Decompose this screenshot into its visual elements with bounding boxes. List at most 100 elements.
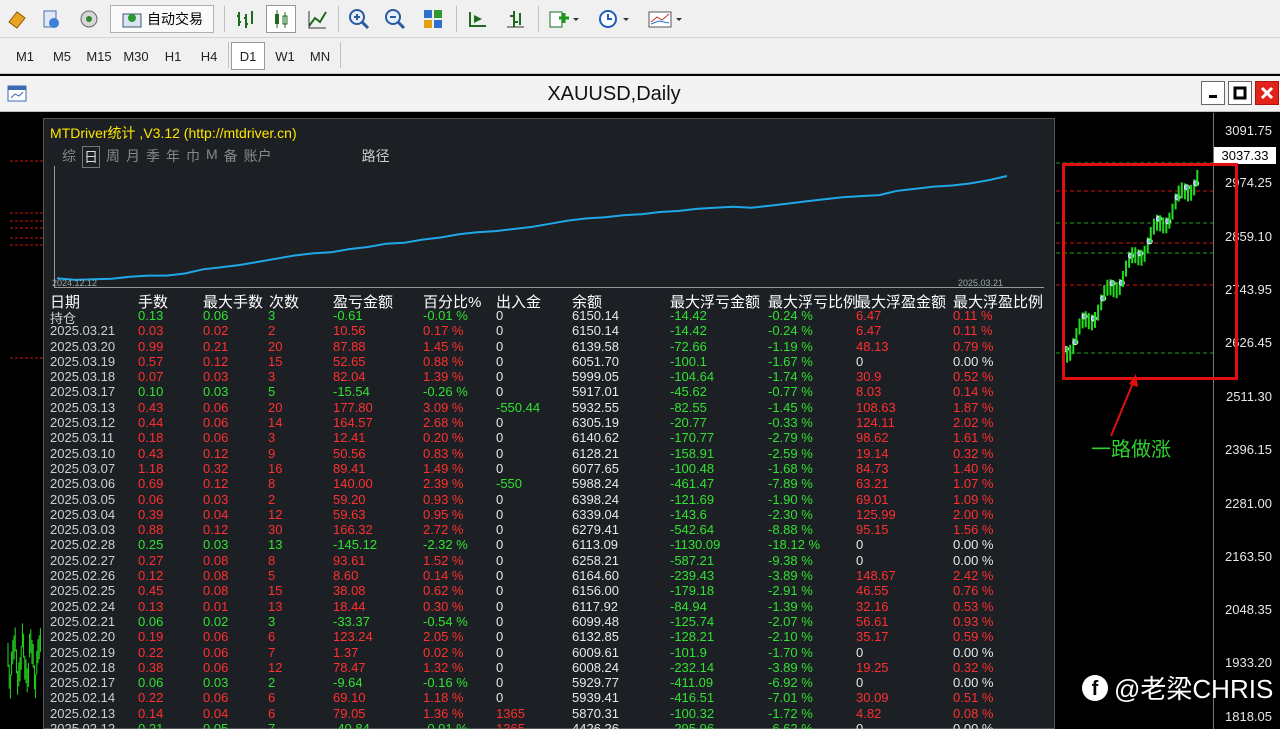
cell-percent: -0.26 % — [423, 384, 468, 400]
cell-max-float-profit: 0 — [856, 675, 864, 691]
price-tick: 3091.75 — [1225, 123, 1272, 138]
cell-lots: 0.45 — [138, 583, 164, 599]
cell-percent: 0.83 % — [423, 445, 464, 461]
bar-chart-icon[interactable] — [232, 5, 258, 33]
cell-balance: 6164.60 — [572, 568, 619, 584]
table-row[interactable]: 2025.02.21 0.06 0.02 3 -33.37 -0.54 % 0 6099.48… — [50, 614, 1050, 629]
table-row[interactable]: 2025.03.21 0.03 0.02 2 10.56 0.17 % 0 6150.14 -1… — [50, 323, 1050, 338]
auto-scroll-icon[interactable] — [464, 5, 490, 33]
cell-date: 2025.02.12 — [50, 721, 116, 729]
cell-max-float-profit-ratio: 0.00 % — [953, 675, 994, 691]
table-row[interactable]: 2025.03.17 0.10 0.03 5 -15.54 -0.26 % 0 5917.01… — [50, 384, 1050, 399]
cell-max-float-profit-ratio: 0.00 % — [953, 537, 994, 553]
cell-max-float-profit: 148.67 — [856, 568, 896, 584]
tab-quarterly[interactable]: 季 — [146, 146, 160, 168]
timeframe-d1[interactable]: D1 — [231, 42, 265, 70]
templates-dropdown-icon[interactable] — [646, 5, 686, 33]
cell-max-float-profit-ratio: 0.53 % — [953, 598, 994, 614]
cell-max-float-loss: -461.47 — [670, 476, 715, 492]
table-row[interactable]: 2025.02.26 0.12 0.08 5 8.60 0.14 % 0 6164.60 -23… — [50, 568, 1050, 583]
cell-balance: 6156.00 — [572, 583, 619, 599]
tab-weekly[interactable]: 周 — [106, 146, 120, 168]
table-row[interactable]: 2025.03.18 0.07 0.03 3 82.04 1.39 % 0 5999.05 -1… — [50, 369, 1050, 384]
tab-account[interactable]: 账户 — [244, 146, 272, 168]
table-row[interactable]: 2025.03.10 0.43 0.12 9 50.56 0.83 % 0 6128.21 -1… — [50, 446, 1050, 461]
table-row[interactable]: 2025.03.06 0.69 0.12 8 140.00 2.39 % -550 5988.… — [50, 476, 1050, 491]
table-row[interactable]: 持仓 0.13 0.06 3 -0.61 -0.01 % 0 6150.14 -14.42 -0.… — [50, 308, 1050, 326]
table-row[interactable]: 2025.03.19 0.57 0.12 15 52.65 0.88 % 0 6051.70 -… — [50, 354, 1050, 369]
table-row[interactable]: 2025.02.24 0.13 0.01 13 18.44 0.30 % 0 6117.92 -… — [50, 599, 1050, 614]
cell-percent: 3.09 % — [423, 399, 464, 415]
cell-max-float-loss: -125.74 — [670, 613, 715, 629]
maximize-button[interactable] — [1228, 81, 1252, 105]
market-watch-icon[interactable] — [38, 5, 64, 33]
table-row[interactable]: 2025.03.07 1.18 0.32 16 89.41 1.49 % 0 6077.65 -… — [50, 461, 1050, 476]
cell-deposit: 0 — [496, 659, 504, 675]
tile-windows-icon[interactable] — [420, 5, 446, 33]
zoom-in-icon[interactable] — [346, 5, 372, 33]
cell-pnl: 123.24 — [333, 629, 373, 645]
zoom-out-icon[interactable] — [382, 5, 408, 33]
cell-max-float-profit: 6.47 — [856, 323, 882, 339]
tab-notes[interactable]: 备 — [224, 146, 238, 168]
tab-route[interactable]: 路径 — [362, 146, 390, 168]
tab-yearly[interactable]: 年 — [166, 146, 180, 168]
cell-percent: 0.88 % — [423, 353, 464, 369]
line-chart-icon[interactable] — [304, 5, 330, 33]
timeframe-m1[interactable]: M1 — [8, 42, 42, 70]
table-row[interactable]: 2025.02.14 0.22 0.06 6 69.10 1.18 % 0 5939.41 -4… — [50, 690, 1050, 705]
table-row[interactable]: 2025.03.03 0.88 0.12 30 166.32 2.72 % 0 6279.41… — [50, 522, 1050, 537]
cell-max-float-profit: 48.13 — [856, 338, 889, 354]
timeframe-m30[interactable]: M30 — [119, 42, 153, 70]
tab-magic[interactable]: M — [206, 146, 218, 168]
table-row[interactable]: 2025.02.20 0.19 0.06 6 123.24 2.05 % 0 6132.85 -… — [50, 629, 1050, 644]
cell-deposit: 0 — [496, 460, 504, 476]
cell-deposit: 0 — [496, 491, 504, 507]
timeframe-m15[interactable]: M15 — [82, 42, 116, 70]
table-row[interactable]: 2025.02.27 0.27 0.08 8 93.61 1.52 % 0 6258.21 -5… — [50, 553, 1050, 568]
equity-curve-svg — [56, 175, 1008, 281]
table-row[interactable]: 2025.03.12 0.44 0.06 14 164.57 2.68 % 0 6305.19… — [50, 415, 1050, 430]
cell-deposit: 0 — [496, 369, 504, 385]
close-button[interactable] — [1255, 81, 1279, 105]
cell-max-float-loss: -101.9 — [670, 644, 707, 660]
timeframe-h1[interactable]: H1 — [156, 42, 190, 70]
table-row[interactable]: 2025.02.13 0.14 0.04 6 79.05 1.36 % 1365 5870.3… — [50, 706, 1050, 721]
tab-overview[interactable]: 综 — [62, 146, 76, 168]
table-row[interactable]: 2025.02.17 0.06 0.03 2 -9.64 -0.16 % 0 5929.77 -… — [50, 675, 1050, 690]
auto-trade-button[interactable]: 自动交易 — [110, 5, 214, 33]
timeframe-m5[interactable]: M5 — [45, 42, 79, 70]
cell-date: 2025.03.12 — [50, 415, 116, 431]
minimize-button[interactable] — [1201, 81, 1225, 105]
table-row[interactable]: 2025.03.05 0.06 0.03 2 59.20 0.93 % 0 6398.24 -1… — [50, 492, 1050, 507]
new-order-icon[interactable] — [4, 5, 30, 33]
table-row[interactable]: 2025.02.12 0.21 0.05 7 -40.84 -0.91 % 1365 4426… — [50, 721, 1050, 729]
cell-balance: 5870.31 — [572, 705, 619, 721]
table-row[interactable]: 2025.03.11 0.18 0.06 3 12.41 0.20 % 0 6140.62 -1… — [50, 430, 1050, 445]
table-row[interactable]: 2025.02.18 0.38 0.06 12 78.47 1.32 % 0 6008.24 -… — [50, 660, 1050, 675]
table-row[interactable]: 2025.03.20 0.99 0.21 20 87.88 1.45 % 0 6139.58 -… — [50, 339, 1050, 354]
tab-monthly[interactable]: 月 — [126, 146, 140, 168]
cell-max-float-profit: 8.03 — [856, 384, 882, 400]
timeframe-w1[interactable]: W1 — [268, 42, 302, 70]
timeframe-h4[interactable]: H4 — [192, 42, 226, 70]
cell-max-float-profit-ratio: 0.00 % — [953, 721, 994, 729]
chart-shift-icon[interactable] — [502, 5, 528, 33]
cell-date: 2025.02.21 — [50, 613, 116, 629]
cell-deposit: 0 — [496, 537, 504, 553]
tab-daily[interactable]: 日 — [82, 146, 100, 168]
cell-pnl: 87.88 — [333, 338, 366, 354]
table-row[interactable]: 2025.02.25 0.45 0.08 15 38.08 0.62 % 0 6156.00 -… — [50, 583, 1050, 598]
timeframe-mn[interactable]: MN — [303, 42, 337, 70]
table-row[interactable]: 2025.03.04 0.39 0.04 12 59.63 0.95 % 0 6339.04 -… — [50, 507, 1050, 522]
indicators-dropdown-icon[interactable] — [546, 5, 582, 33]
periods-dropdown-icon[interactable] — [596, 5, 632, 33]
cell-percent: 0.30 % — [423, 598, 464, 614]
candlestick-icon[interactable] — [266, 5, 296, 33]
cell-pnl: 79.05 — [333, 705, 366, 721]
table-row[interactable]: 2025.02.28 0.25 0.03 13 -145.12 -2.32 % 0 6113.… — [50, 537, 1050, 552]
signals-icon[interactable] — [76, 5, 102, 33]
table-row[interactable]: 2025.02.19 0.22 0.06 7 1.37 0.02 % 0 6009.61 -10… — [50, 645, 1050, 660]
tab-symbol[interactable]: 巾 — [186, 146, 200, 168]
table-row[interactable]: 2025.03.13 0.43 0.06 20 177.80 3.09 % -550.44 5… — [50, 400, 1050, 415]
